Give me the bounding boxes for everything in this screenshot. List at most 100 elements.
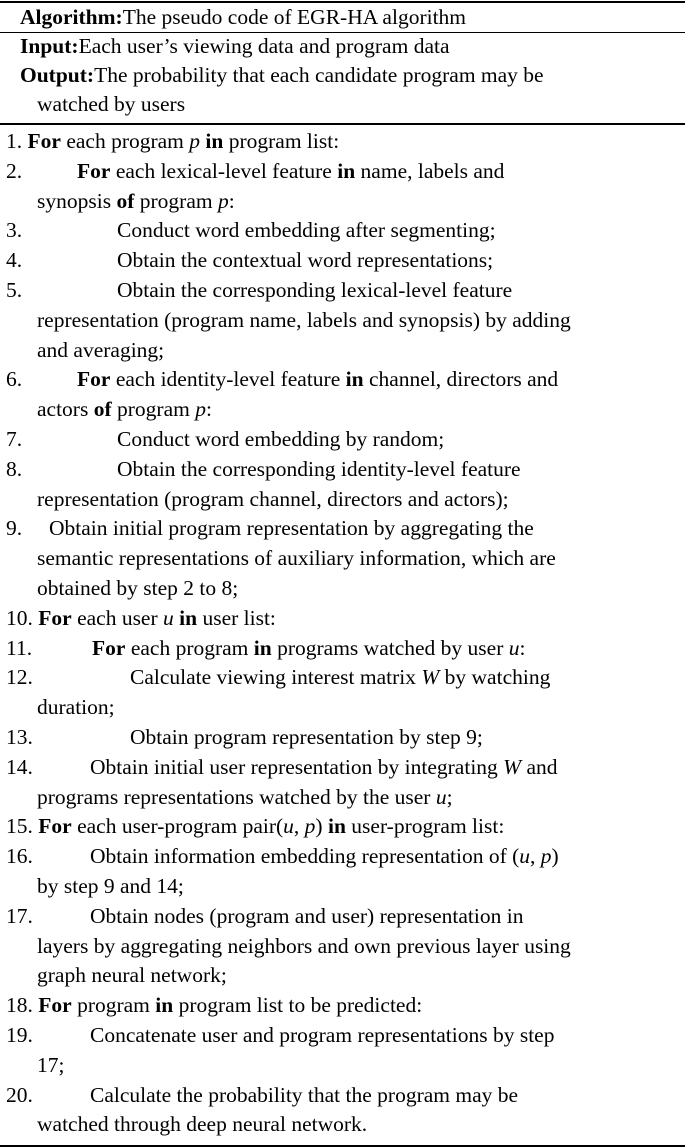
text: 15. <box>6 814 39 839</box>
step-number: 19. <box>6 1024 33 1047</box>
text: 1. <box>6 129 28 153</box>
variable: W <box>421 665 440 690</box>
step-number: 11. <box>6 635 33 660</box>
keyword: in <box>337 158 356 183</box>
step-line: 15. For each user-program pair(u, p) in … <box>6 816 504 838</box>
text: programs representations watched by the … <box>37 784 436 809</box>
text: each program <box>125 635 254 660</box>
text: : <box>519 635 526 660</box>
text: Obtain the corresponding identity-level … <box>117 456 521 481</box>
text: actors <box>37 397 94 422</box>
keyword: in <box>253 635 272 660</box>
keyword: of <box>93 397 112 422</box>
step-line: For each identity-level feature in chann… <box>77 369 558 391</box>
text: each user <box>71 605 164 630</box>
text: Obtain initial user representation by in… <box>90 754 504 779</box>
step-continuation: actors of program p: <box>37 397 212 422</box>
step-number: 12. <box>6 667 33 689</box>
step-continuation: obtained by step 2 to 8; <box>37 577 238 600</box>
text: 14. <box>6 754 33 779</box>
step-line: Calculate viewing interest matrix W by w… <box>130 667 550 689</box>
text: 12. <box>6 665 33 690</box>
step-number: 5. <box>6 279 22 302</box>
text: ; <box>446 784 453 809</box>
keyword: Algorithm: <box>20 5 123 29</box>
step-number: 13. <box>6 726 33 749</box>
text: Obtain initial program representation by… <box>49 516 534 541</box>
text: watched through deep neural network. <box>37 1112 368 1137</box>
text: 18. <box>6 993 39 1018</box>
step-line: 1. For each program p in program list: <box>6 129 339 153</box>
step-continuation: and averaging; <box>37 339 164 362</box>
variable: p <box>195 397 206 422</box>
text: 6. <box>6 367 23 392</box>
text: Concatenate user and program representat… <box>90 1023 555 1047</box>
keyword: Output: <box>20 63 95 87</box>
text: ) <box>551 844 559 869</box>
step-continuation: representation (program channel, directo… <box>37 488 509 511</box>
step-number: 9. <box>6 518 22 540</box>
keyword: For <box>38 993 72 1018</box>
step-continuation: 17; <box>37 1054 64 1077</box>
text: Obtain program representation by step 9; <box>130 725 483 749</box>
step-continuation: synopsis of program p: <box>37 188 235 213</box>
step-line: Obtain information embedding representat… <box>90 844 559 869</box>
step-line: Concatenate user and program representat… <box>90 1023 555 1047</box>
text: semantic representations of auxiliary in… <box>37 546 556 571</box>
text: 3. <box>6 218 23 243</box>
variable: u <box>435 784 447 809</box>
variable: u <box>519 844 531 869</box>
text: Obtain the contextual word representatio… <box>117 248 494 273</box>
text: 16. <box>6 844 33 869</box>
step-line: Obtain initial user representation by in… <box>90 754 558 779</box>
variable: W <box>503 754 522 779</box>
text: program <box>71 993 156 1018</box>
step-number: 17. <box>6 905 33 928</box>
keyword: For <box>27 129 61 153</box>
keyword: in <box>345 367 364 392</box>
variable: p <box>189 129 201 153</box>
text: program <box>111 397 196 422</box>
step-number: 7. <box>6 427 23 451</box>
top-rule <box>0 1 685 3</box>
keyword: For <box>38 814 72 839</box>
text: 2. <box>6 158 23 183</box>
text: 8. <box>6 456 23 481</box>
text: Obtain nodes (program and user) represen… <box>90 903 524 928</box>
text: : <box>205 397 212 422</box>
text: 11. <box>6 635 33 660</box>
text: Each user’s viewing data and program dat… <box>78 34 450 58</box>
variable: u <box>163 605 174 630</box>
step-line: Calculate the probability that the progr… <box>90 1084 518 1107</box>
text: user-program list: <box>345 814 505 839</box>
io-rule <box>0 123 685 125</box>
keyword: For <box>92 635 126 660</box>
text: each identity-level feature <box>110 367 346 392</box>
step-line: 10. For each user u in user list: <box>6 605 276 630</box>
input-line: Input:Each user’s viewing data and progr… <box>20 34 450 58</box>
step-line: For each program in programs watched by … <box>92 635 526 660</box>
algorithm-title: Algorithm:The pseudo code of EGR-HA algo… <box>20 5 466 29</box>
text: , <box>530 844 541 869</box>
text: Obtain information embedding representat… <box>90 844 520 869</box>
text: graph neural network; <box>37 963 227 988</box>
step-number: 6. <box>6 369 22 391</box>
text: watched by users <box>37 92 186 116</box>
step-continuation: by step 9 and 14; <box>37 875 184 898</box>
text: channel, directors and <box>363 367 559 392</box>
text: representation (program name, labels and… <box>37 307 571 332</box>
text: and <box>521 754 558 779</box>
text: 7. <box>6 427 23 451</box>
step-line: 18. For program in program list to be pr… <box>6 993 422 1018</box>
step-continuation: semantic representations of auxiliary in… <box>37 546 556 571</box>
keyword: Input: <box>20 34 79 58</box>
step-line: Obtain the contextual word representatio… <box>117 248 494 273</box>
keyword: For <box>77 158 111 183</box>
keyword: in <box>155 993 174 1018</box>
text: program <box>134 188 218 213</box>
step-continuation: graph neural network; <box>37 965 227 987</box>
text: Calculate viewing interest matrix <box>130 665 422 690</box>
variable: u <box>508 635 520 660</box>
step-line: Obtain initial program representation by… <box>49 518 534 540</box>
text: programs watched by user <box>271 635 509 660</box>
